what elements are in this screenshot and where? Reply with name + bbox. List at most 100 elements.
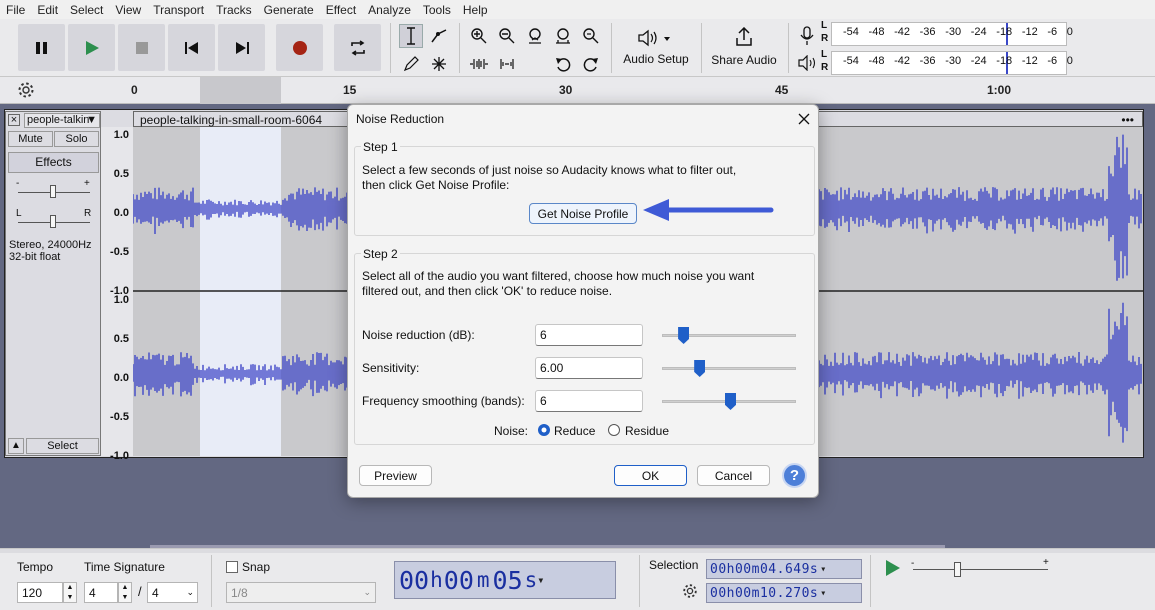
play-button[interactable]	[68, 24, 115, 71]
tempo-input[interactable]: 120	[17, 582, 63, 603]
pause-button[interactable]	[18, 24, 65, 71]
select-track-button[interactable]: Select	[26, 438, 99, 454]
meter-tick-label: -6	[1047, 26, 1058, 38]
horizontal-scrollbar[interactable]	[150, 545, 945, 548]
frequency-smoothing-slider[interactable]	[662, 393, 796, 410]
trim-outside-icon[interactable]	[467, 52, 491, 76]
noise-reduction-input[interactable]: 6	[535, 324, 643, 346]
envelope-tool-icon[interactable]	[427, 24, 451, 48]
menu-file[interactable]: File	[0, 3, 31, 17]
step1-text-line1: Select a few seconds of just noise so Au…	[362, 163, 737, 177]
undo-icon[interactable]	[551, 52, 575, 76]
noise-reduction-dialog: Noise Reduction Step 1 Select a few seco…	[347, 104, 819, 498]
zoom-out-icon[interactable]	[495, 24, 519, 48]
skip-start-button[interactable]	[168, 24, 215, 71]
menu-edit[interactable]: Edit	[31, 3, 64, 17]
get-noise-profile-button[interactable]: Get Noise Profile	[529, 203, 637, 224]
fit-selection-icon[interactable]	[523, 24, 547, 48]
amplitude-label: 0.5	[113, 168, 129, 180]
draw-tool-icon[interactable]	[399, 52, 423, 76]
record-button[interactable]	[276, 24, 323, 71]
frequency-smoothing-input[interactable]: 6	[535, 390, 643, 412]
meter-tick-label: -12	[1021, 55, 1038, 67]
solo-button[interactable]: Solo	[54, 131, 99, 147]
meter-tick-label: -48	[868, 55, 885, 67]
menu-view[interactable]: View	[109, 3, 147, 17]
sensitivity-slider[interactable]	[662, 360, 796, 377]
menu-tracks[interactable]: Tracks	[210, 3, 258, 17]
meter-tick-label: -24	[970, 26, 987, 38]
step2-text-line2: filtered out, and then click 'OK' to red…	[362, 284, 613, 298]
tempo-spinner[interactable]: ▲ ▼	[63, 582, 77, 603]
silence-selection-icon[interactable]	[495, 52, 519, 76]
help-icon[interactable]: ?	[782, 463, 807, 488]
menu-transport[interactable]: Transport	[147, 3, 210, 17]
zoom-toggle-icon[interactable]	[579, 24, 603, 48]
menu-analyze[interactable]: Analyze	[362, 3, 417, 17]
gear-icon[interactable]	[682, 583, 698, 599]
effects-button[interactable]: Effects	[8, 152, 99, 173]
gear-icon[interactable]	[17, 81, 35, 99]
playback-speaker-icon[interactable]	[798, 55, 818, 71]
microphone-icon[interactable]	[798, 26, 816, 46]
record-meter[interactable]: L R -54 -48 -42 -36 -30 -24 -18 -12 -6 0	[821, 20, 1155, 48]
meter-tick-label: -48	[868, 26, 885, 38]
preview-button[interactable]: Preview	[359, 465, 432, 486]
speaker-icon	[638, 29, 670, 47]
loop-icon	[350, 39, 365, 56]
time-sig-numerator[interactable]: 4	[84, 582, 118, 603]
ok-button[interactable]: OK	[614, 465, 687, 486]
amplitude-label: 1.0	[113, 129, 129, 141]
menu-select[interactable]: Select	[64, 3, 109, 17]
play-icon	[85, 40, 99, 55]
audio-setup-button[interactable]: Audio Setup	[617, 23, 695, 73]
menu-help[interactable]: Help	[457, 3, 494, 17]
sensitivity-input[interactable]: 6.00	[535, 357, 643, 379]
meter-tick-label: -18	[996, 55, 1013, 67]
pan-slider[interactable]	[50, 215, 56, 228]
noise-reduction-slider[interactable]	[662, 327, 796, 344]
close-track-icon[interactable]: ×	[8, 114, 20, 126]
bottom-toolbar: Tempo 120 ▲ ▼ Time Signature 4 ▲ ▼ / 4 ⌄ Sn…	[0, 545, 1155, 610]
reduce-label[interactable]: Reduce	[554, 424, 595, 438]
gain-slider[interactable]	[50, 185, 56, 198]
zoom-in-icon[interactable]	[467, 24, 491, 48]
menu-generate[interactable]: Generate	[258, 3, 320, 17]
timeline-ruler[interactable]: 0 15 30 45 1:00	[0, 77, 1155, 104]
playback-speed-slider[interactable]	[954, 562, 961, 577]
collapse-track-icon[interactable]: ▲	[8, 438, 24, 454]
time-display[interactable]: 00 h 00 m 05 s ▾	[394, 561, 616, 599]
snap-checkbox[interactable]	[226, 561, 238, 573]
loop-button[interactable]	[334, 24, 381, 71]
clip-menu-icon[interactable]: •••	[1121, 112, 1134, 128]
cancel-button[interactable]: Cancel	[697, 465, 770, 486]
snap-label: Snap	[242, 560, 271, 574]
menu-effect[interactable]: Effect	[320, 3, 362, 17]
residue-radio[interactable]	[607, 423, 621, 437]
meter-tick-label: -24	[970, 55, 987, 67]
numerator-spinner[interactable]: ▲ ▼	[118, 582, 132, 603]
reduce-radio[interactable]	[537, 423, 551, 437]
share-audio-button[interactable]: Share Audio	[706, 23, 782, 73]
time-sig-denominator[interactable]: 4 ⌄	[147, 582, 198, 603]
skip-end-button[interactable]	[218, 24, 265, 71]
menu-tools[interactable]: Tools	[417, 3, 457, 17]
redo-icon[interactable]	[579, 52, 603, 76]
stop-button[interactable]	[118, 24, 165, 71]
close-icon[interactable]	[798, 113, 810, 125]
snap-select[interactable]: 1/8 ⌄	[226, 582, 376, 603]
track-name-menu[interactable]: people-talkin ▼	[24, 113, 100, 128]
selection-tool-icon[interactable]	[399, 24, 423, 48]
multi-tool-icon[interactable]	[427, 52, 451, 76]
amplitude-label: -1.0	[110, 450, 129, 462]
playback-meter[interactable]: L R -54 -48 -42 -36 -30 -24 -18 -12 -6 0	[821, 49, 1155, 77]
clip-name: people-talking-in-small-room-6064	[140, 113, 323, 127]
mute-button[interactable]: Mute	[8, 131, 53, 147]
selection-end[interactable]: 00h00m10.270s ▾	[706, 583, 862, 603]
track-format: Stereo, 24000Hz	[9, 239, 92, 251]
play-at-speed-icon[interactable]	[884, 559, 902, 577]
residue-label[interactable]: Residue	[625, 424, 669, 438]
fit-project-icon[interactable]	[551, 24, 575, 48]
meter-tick-label: -42	[894, 55, 910, 67]
selection-start[interactable]: 00h00m04.649s ▾	[706, 559, 862, 579]
